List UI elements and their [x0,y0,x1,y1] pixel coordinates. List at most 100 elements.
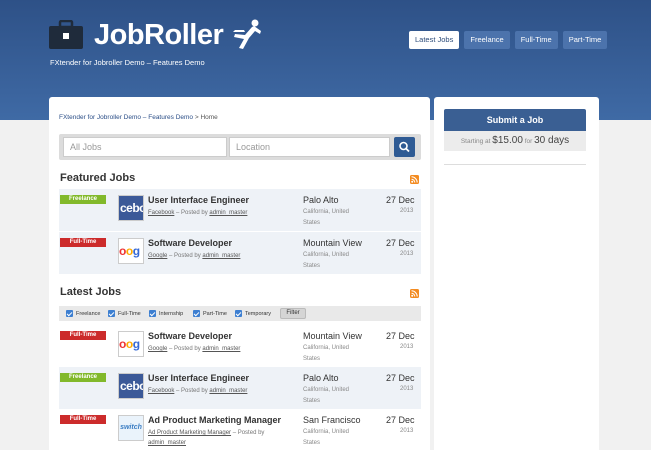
location-search-input[interactable]: Location [229,137,390,157]
company-link[interactable]: Ad Product Marketing Manager [148,430,231,436]
main-nav: Latest Jobs Freelance Full-Time Part-Tim… [404,31,608,49]
facebook-logo: cebo [119,196,143,220]
filter-temporary-checkbox[interactable]: Temporary [235,310,271,317]
author-link[interactable]: admin_master [209,388,247,394]
author-link[interactable]: admin_master [202,253,240,259]
author-link[interactable]: admin_master [202,346,240,352]
latest-rss-icon[interactable] [410,289,419,298]
jobs-search-input[interactable]: All Jobs [63,137,227,157]
job-region: California, United States [303,429,350,446]
google-logo: oog [119,332,143,356]
job-title-link[interactable]: Ad Product Marketing Manager [148,415,281,425]
filter-button[interactable]: Filter [280,308,306,319]
job-title-link[interactable]: User Interface Engineer [148,373,249,383]
job-year: 2013 [400,386,414,392]
breadcrumb-site-link[interactable]: FXtender for Jobroller Demo – Features D… [59,114,193,121]
price-for: for [524,138,533,145]
company-logo[interactable]: oog [118,238,144,264]
latest-job-row[interactable]: Full-Time switch Ad Product Marketing Ma… [59,409,421,450]
checkbox-checked-icon [193,310,200,317]
job-date: 27 Dec [386,238,415,248]
job-date: 27 Dec [386,195,415,205]
nav-part-time[interactable]: Part-Time [562,31,608,49]
site-tagline: FXtender for Jobroller Demo – Features D… [50,58,205,67]
job-year: 2013 [400,344,414,350]
posted-by-label: – Posted by [176,210,208,216]
job-date: 27 Dec [386,373,415,383]
featured-jobs-heading: Featured Jobs [60,172,136,184]
job-year: 2013 [400,251,414,257]
company-logo[interactable]: cebo [118,195,144,221]
job-type-badge: Freelance [60,373,106,382]
job-location: Mountain View [303,238,362,248]
nav-freelance[interactable]: Freelance [464,31,510,49]
company-link[interactable]: Facebook [148,388,174,394]
company-link[interactable]: Google [148,346,167,352]
company-logo[interactable]: cebo [118,373,144,399]
job-title-link[interactable]: Software Developer [148,331,232,341]
breadcrumb-separator: > [194,114,199,121]
filter-label: Freelance [76,310,101,317]
filter-full-time-checkbox[interactable]: Full-Time [108,310,141,317]
job-region: California, United States [303,252,350,269]
checkbox-checked-icon [66,310,73,317]
job-title-link[interactable]: Software Developer [148,238,232,248]
search-button[interactable] [394,137,415,157]
pricing-info: Starting at $15.00 for 30 days [444,131,586,151]
company-link[interactable]: Google [148,253,167,259]
site-logo[interactable]: JobRoller [48,18,263,52]
checkbox-checked-icon [149,310,156,317]
sidebar-divider [444,164,586,165]
featured-job-row[interactable]: Full-Time oog Software Developer Google … [59,232,421,274]
job-region: California, United States [303,387,350,404]
latest-job-row[interactable]: Full-Time oog Software Developer Google … [59,325,421,367]
job-year: 2013 [400,208,414,214]
posted-by-label: – Posted by [176,388,208,394]
filter-label: Temporary [245,310,271,317]
job-type-badge: Freelance [60,195,106,204]
facebook-logo: cebo [119,374,143,398]
latest-job-row[interactable]: Freelance cebo User Interface Engineer F… [59,367,421,409]
checkbox-checked-icon [235,310,242,317]
job-type-filter-bar: Freelance Full-Time Internship Part-Time… [59,306,421,321]
job-location: San Francisco [303,415,361,425]
price-duration: 30 days [534,135,570,146]
job-title-link[interactable]: User Interface Engineer [148,195,249,205]
filter-part-time-checkbox[interactable]: Part-Time [193,310,227,317]
job-year: 2013 [400,428,414,434]
nav-latest-jobs[interactable]: Latest Jobs [409,31,460,49]
filter-freelance-checkbox[interactable]: Freelance [66,310,100,317]
author-link[interactable]: admin_master [148,440,186,446]
price-value: $15.00 [492,135,523,146]
latest-jobs-heading: Latest Jobs [60,286,122,298]
main-content: FXtender for Jobroller Demo – Features D… [49,97,430,450]
submit-job-button[interactable]: Submit a Job [444,109,586,131]
runner-icon [233,19,262,49]
job-meta: Facebook – Posted by admin_master [148,208,288,218]
company-logo[interactable]: oog [118,331,144,357]
google-logo: oog [119,239,143,263]
company-link[interactable]: Facebook [148,210,174,216]
breadcrumb-current: Home [200,114,218,121]
logo-text: JobRoller [94,18,224,51]
company-logo-image: switch [119,416,143,440]
posted-by-label: – Posted by [169,253,201,259]
filter-internship-checkbox[interactable]: Internship [149,310,183,317]
job-region: California, United States [303,345,350,362]
job-type-badge: Full-Time [60,331,106,340]
job-location: Mountain View [303,331,362,341]
briefcase-icon [49,20,83,49]
posted-by-label: – Posted by [169,346,201,352]
job-location: Palo Alto [303,195,339,205]
featured-job-row[interactable]: Freelance cebo User Interface Engineer F… [59,189,421,231]
author-link[interactable]: admin_master [209,210,247,216]
search-icon [399,141,410,153]
featured-rss-icon[interactable] [410,175,419,184]
search-bar: All Jobs Location [59,134,421,160]
price-prefix: Starting at [460,138,491,145]
job-date: 27 Dec [386,331,415,341]
nav-full-time[interactable]: Full-Time [514,31,558,49]
company-logo[interactable]: switch [118,415,144,441]
job-meta: Ad Product Marketing Manager – Posted by… [148,428,288,448]
job-meta: Google – Posted by admin_master [148,344,288,354]
